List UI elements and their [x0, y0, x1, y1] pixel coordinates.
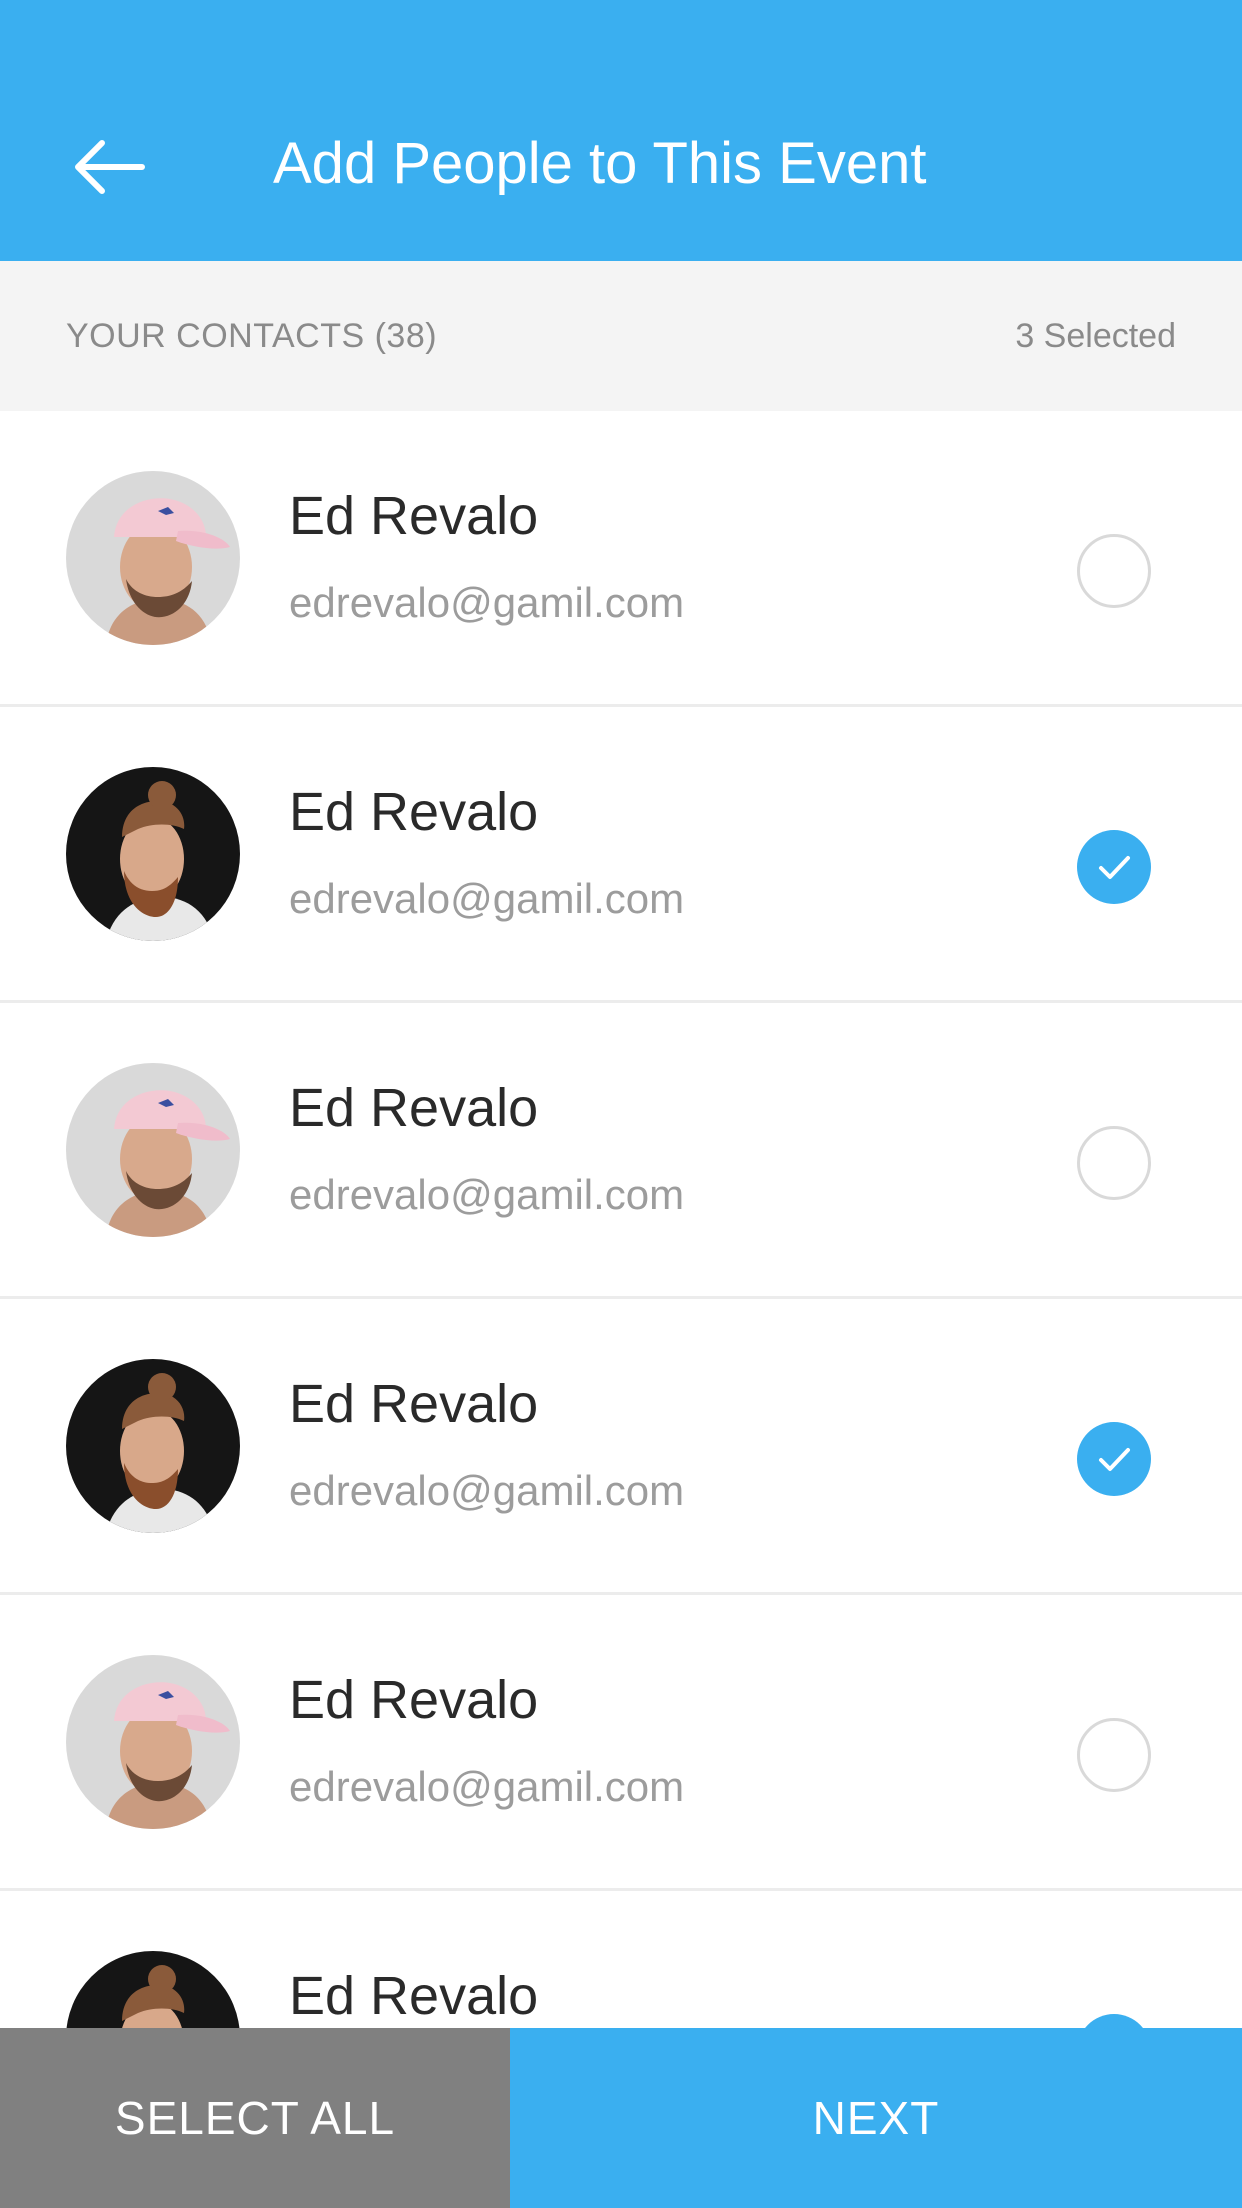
check-icon	[1099, 1448, 1130, 1471]
check-icon	[1099, 856, 1130, 879]
contact-row[interactable]: Ed Revalo edrevalo@gamil.com	[0, 411, 1242, 707]
contact-email: edrevalo@gamil.com	[289, 875, 685, 922]
contact-name: Ed Revalo	[289, 486, 539, 546]
avatar	[66, 1655, 240, 1829]
back-arrow-icon	[75, 140, 145, 194]
selected-checkbox[interactable]	[1077, 830, 1151, 904]
contact-name: Ed Revalo	[289, 1078, 539, 1138]
contact-row[interactable]: Ed Revalo edrevalo@gamil.com	[0, 1299, 1242, 1595]
selected-checkbox[interactable]	[1077, 1422, 1151, 1496]
contact-name: Ed Revalo	[289, 1966, 539, 2026]
unselected-checkbox[interactable]	[1077, 534, 1151, 608]
contact-name: Ed Revalo	[289, 1374, 539, 1434]
unselected-checkbox[interactable]	[1077, 1718, 1151, 1792]
avatar	[66, 1359, 240, 1533]
contact-list: Ed Revalo edrevalo@gamil.com Ed Revalo edre…	[0, 411, 1242, 2187]
page-title: Add People to This Event	[273, 131, 927, 196]
contact-email: edrevalo@gamil.com	[289, 1467, 685, 1514]
contact-row[interactable]: Ed Revalo edrevalo@gamil.com	[0, 1003, 1242, 1299]
contact-name: Ed Revalo	[289, 782, 539, 842]
footer-actions: SELECT ALL NEXT	[0, 2028, 1242, 2208]
avatar	[66, 471, 240, 645]
unselected-checkbox[interactable]	[1077, 1126, 1151, 1200]
avatar	[66, 767, 240, 941]
contact-email: edrevalo@gamil.com	[289, 1171, 685, 1218]
contact-email: edrevalo@gamil.com	[289, 1763, 685, 1810]
next-button[interactable]: NEXT	[510, 2028, 1242, 2208]
contact-row[interactable]: Ed Revalo edrevalo@gamil.com	[0, 1595, 1242, 1891]
selected-count-label: 3 Selected	[1015, 317, 1176, 355]
contacts-section-header: YOUR CONTACTS (38) 3 Selected	[0, 261, 1242, 411]
contact-name: Ed Revalo	[289, 1670, 539, 1730]
contacts-count-label: YOUR CONTACTS (38)	[66, 317, 438, 355]
app-header: Add People to This Event	[0, 0, 1242, 261]
select-all-button[interactable]: SELECT ALL	[0, 2028, 510, 2208]
back-button[interactable]	[70, 132, 150, 202]
contact-email: edrevalo@gamil.com	[289, 579, 685, 626]
contact-row[interactable]: Ed Revalo edrevalo@gamil.com	[0, 707, 1242, 1003]
avatar	[66, 1063, 240, 1237]
